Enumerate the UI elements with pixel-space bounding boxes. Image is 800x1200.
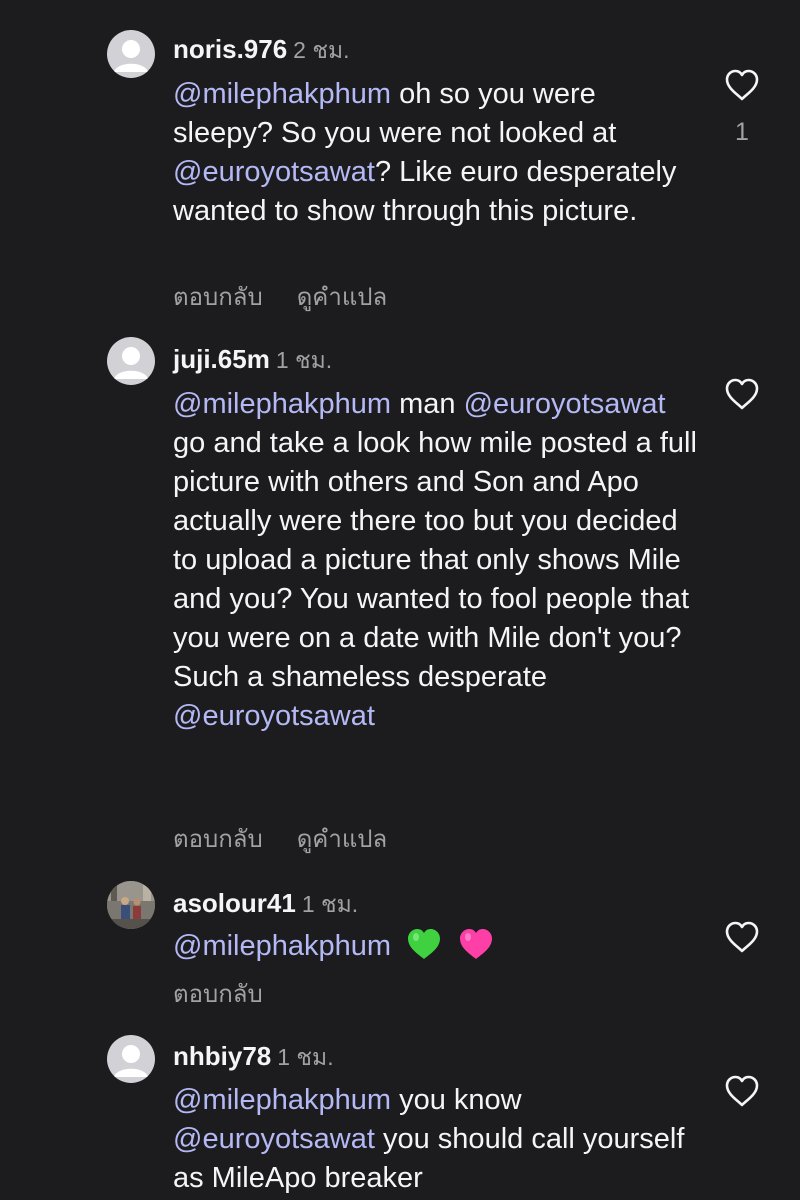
username[interactable]: juji.65m: [173, 344, 270, 374]
comment-text-segment: man: [391, 388, 464, 420]
comment-text: @milephakphum you know @euroyotsawat you…: [173, 1081, 703, 1198]
comment-text-segment: go and take a look how mile posted a ful…: [173, 427, 697, 693]
mention-link[interactable]: @milephakphum: [173, 78, 391, 110]
green-heart-icon: [408, 929, 441, 959]
avatar[interactable]: [107, 30, 155, 78]
reply-button[interactable]: ตอบกลับ: [173, 284, 263, 311]
username[interactable]: asolour41: [173, 888, 296, 918]
mention-link[interactable]: @euroyotsawat: [173, 156, 375, 188]
mention-link[interactable]: @milephakphum: [173, 388, 391, 420]
avatar[interactable]: [107, 881, 155, 929]
comment-text: @milephakphum man @euroyotsawat go and t…: [173, 385, 703, 736]
username[interactable]: nhbiy78: [173, 1041, 271, 1071]
pink-heart-icon: [460, 929, 493, 959]
mention-link[interactable]: @euroyotsawat: [173, 1123, 375, 1155]
mention-link[interactable]: @euroyotsawat: [173, 700, 375, 732]
heart-icon[interactable]: [724, 377, 760, 411]
mention-link[interactable]: @milephakphum: [173, 930, 391, 962]
heart-icon[interactable]: [724, 68, 760, 102]
comment-text: @milephakphum oh so you were sleepy? So …: [173, 75, 703, 231]
heart-icon[interactable]: [724, 920, 760, 954]
username[interactable]: noris.976: [173, 34, 287, 64]
see-translation-button[interactable]: ดูคำแปล: [297, 284, 388, 311]
heart-icon[interactable]: [724, 1074, 760, 1108]
see-translation-button[interactable]: ดูคำแปล: [297, 826, 388, 853]
mention-link[interactable]: @milephakphum: [173, 1084, 391, 1116]
timestamp: 1 ชม.: [277, 1044, 334, 1070]
timestamp: 2 ชม.: [293, 37, 350, 63]
reply-button[interactable]: ตอบกลับ: [173, 981, 263, 1008]
avatar[interactable]: [107, 337, 155, 385]
comment-text-segment: you know: [391, 1084, 522, 1116]
timestamp: 1 ชม.: [301, 891, 359, 917]
timestamp: 1 ชม.: [275, 347, 333, 373]
comment-text: @milephakphum: [173, 927, 703, 966]
reply-button[interactable]: ตอบกลับ: [173, 826, 263, 853]
like-count: 1: [735, 118, 749, 146]
mention-link[interactable]: @euroyotsawat: [464, 388, 666, 420]
avatar[interactable]: [107, 1035, 155, 1083]
